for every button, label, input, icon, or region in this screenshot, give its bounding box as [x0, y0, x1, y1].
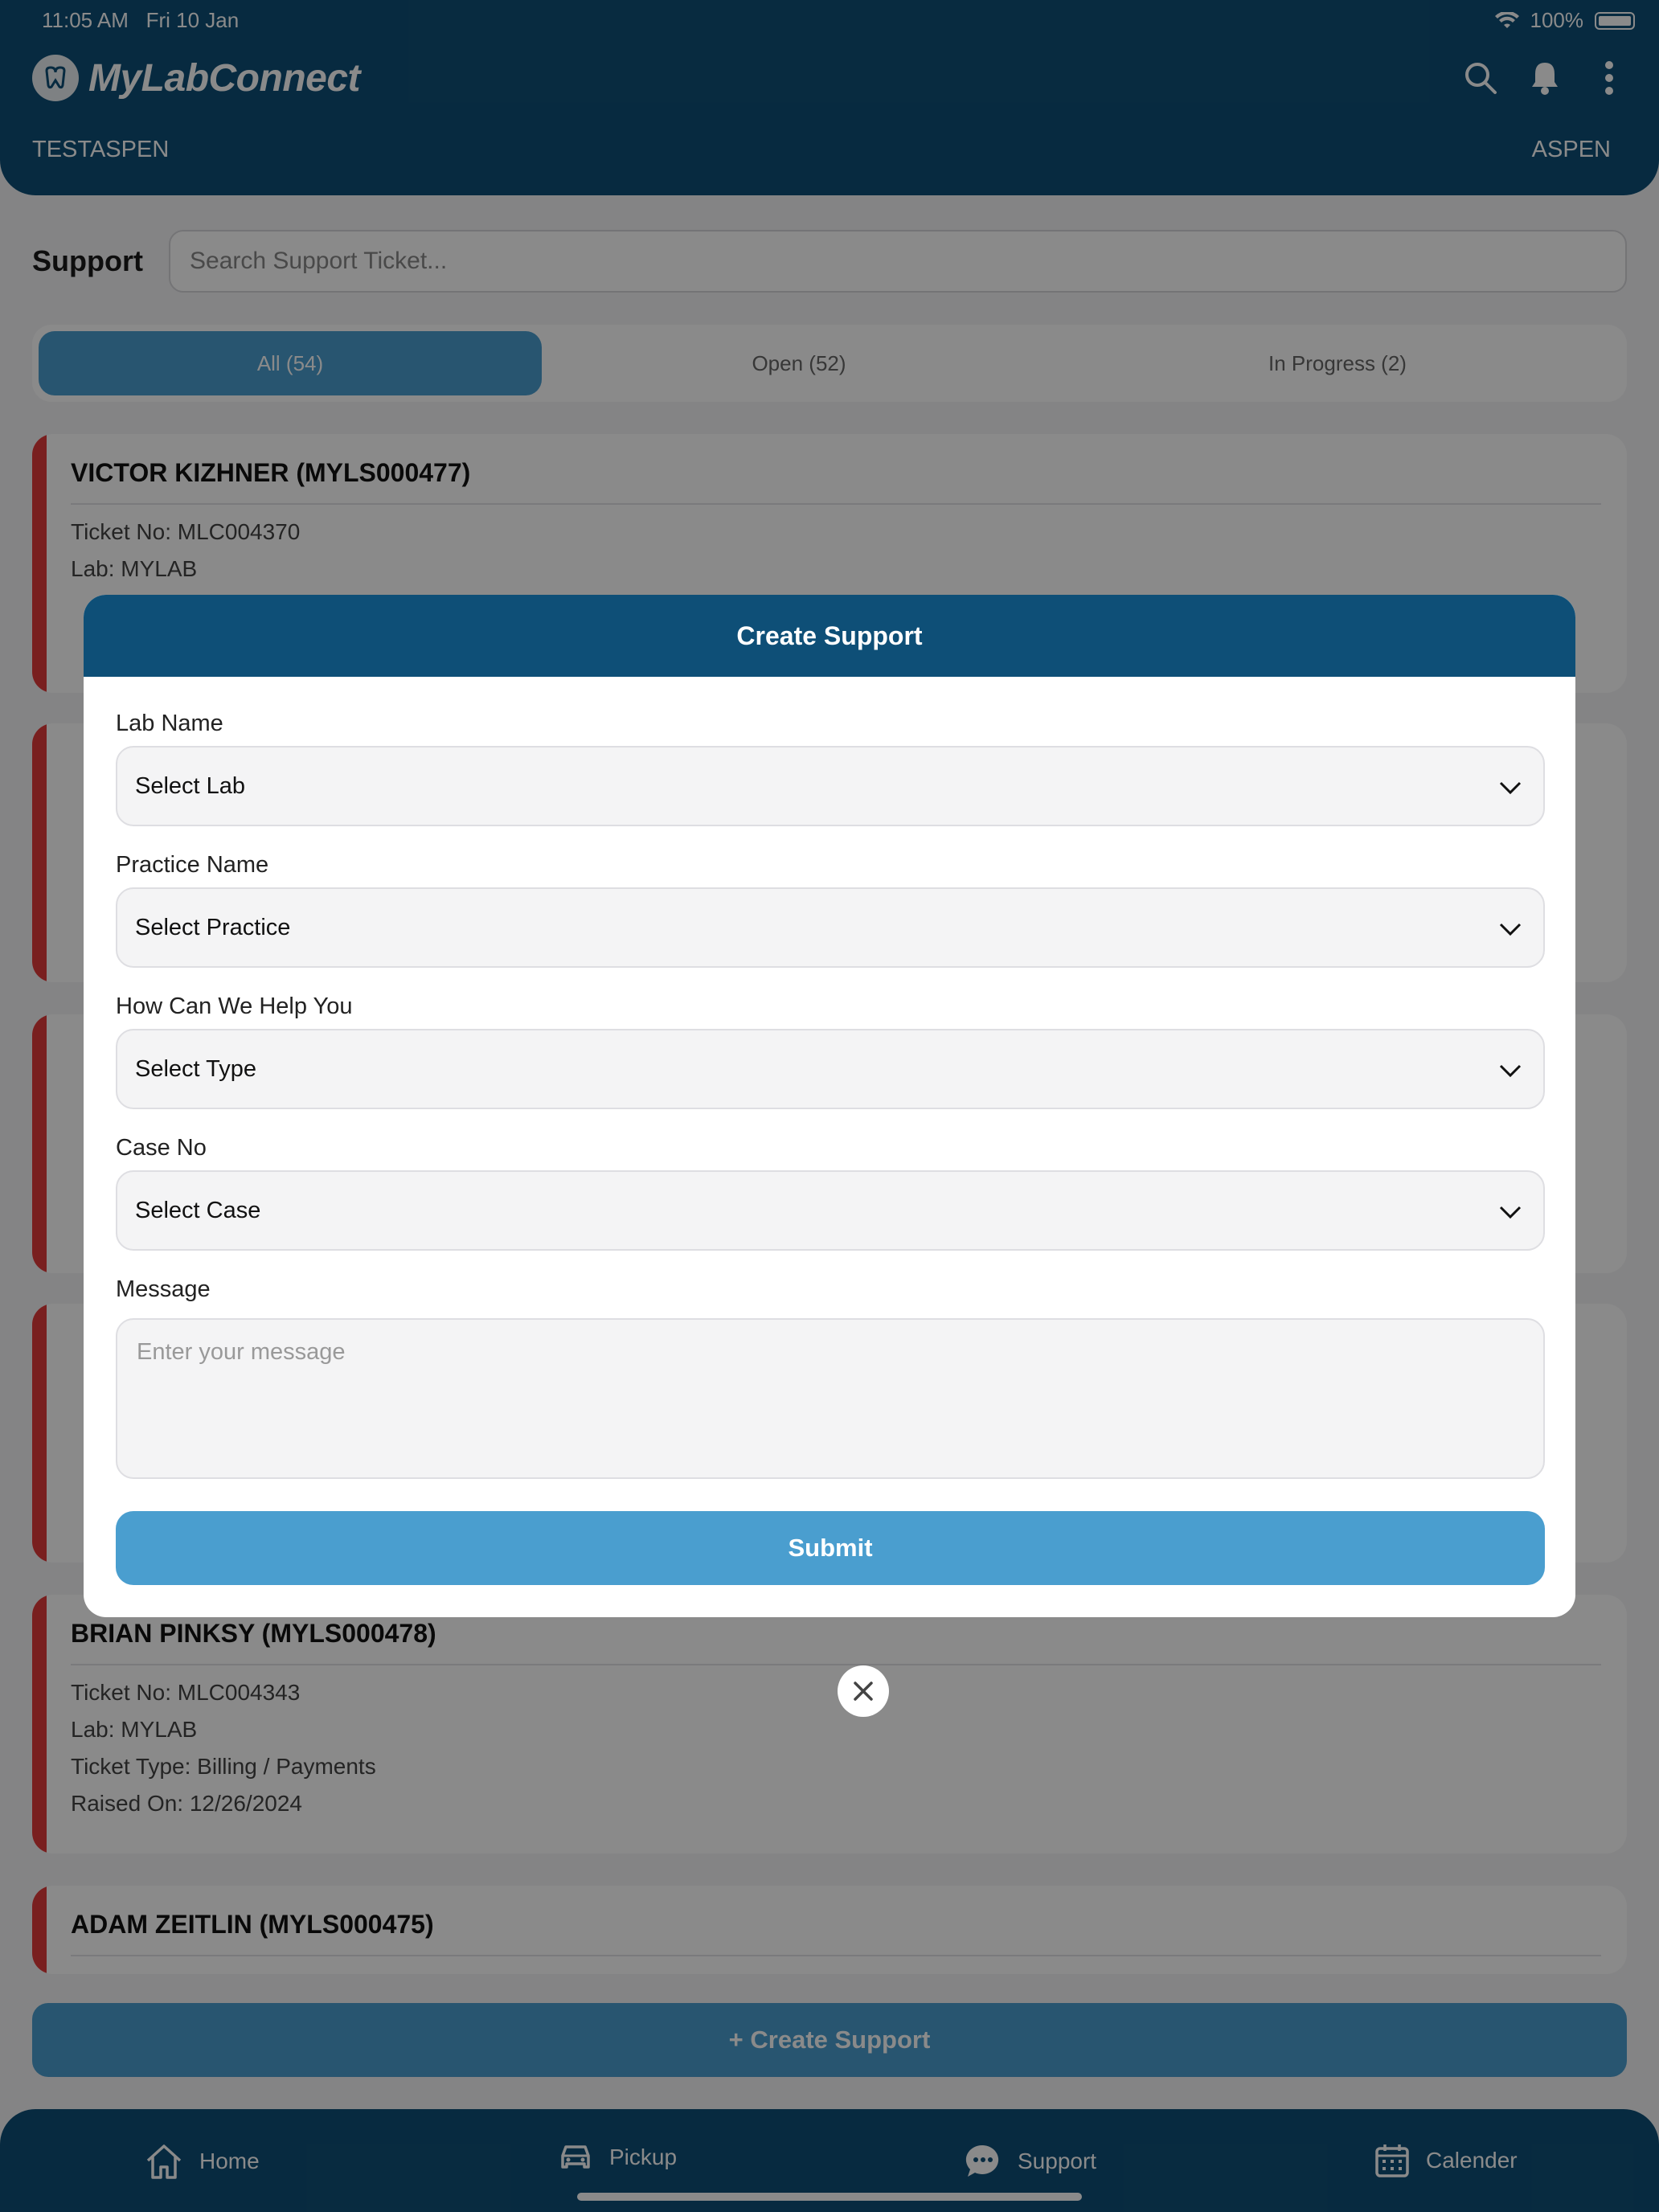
message-label: Message	[116, 1276, 211, 1302]
message-textarea[interactable]: Enter your message	[116, 1318, 1545, 1479]
modal-title: Create Support	[84, 595, 1575, 677]
close-modal-button[interactable]	[838, 1665, 889, 1717]
case-select-value: Select Case	[135, 1197, 261, 1223]
help-type-select-value: Select Type	[135, 1055, 257, 1082]
submit-button[interactable]: Submit	[116, 1511, 1545, 1585]
case-no-label: Case No	[116, 1135, 207, 1161]
practice-name-label: Practice Name	[116, 852, 269, 878]
lab-select[interactable]: Select Lab	[116, 746, 1545, 826]
chevron-down-icon	[1499, 781, 1522, 795]
chevron-down-icon	[1499, 923, 1522, 936]
lab-name-label: Lab Name	[116, 711, 223, 736]
case-select[interactable]: Select Case	[116, 1170, 1545, 1251]
help-type-select[interactable]: Select Type	[116, 1029, 1545, 1109]
help-type-label: How Can We Help You	[116, 993, 353, 1019]
practice-select-value: Select Practice	[135, 914, 291, 940]
chevron-down-icon	[1499, 1206, 1522, 1219]
lab-select-value: Select Lab	[135, 772, 246, 799]
close-icon	[854, 1682, 873, 1701]
create-support-modal: Create Support Lab Name Select Lab Pract…	[84, 595, 1575, 1617]
chevron-down-icon	[1499, 1064, 1522, 1078]
practice-select[interactable]: Select Practice	[116, 887, 1545, 968]
